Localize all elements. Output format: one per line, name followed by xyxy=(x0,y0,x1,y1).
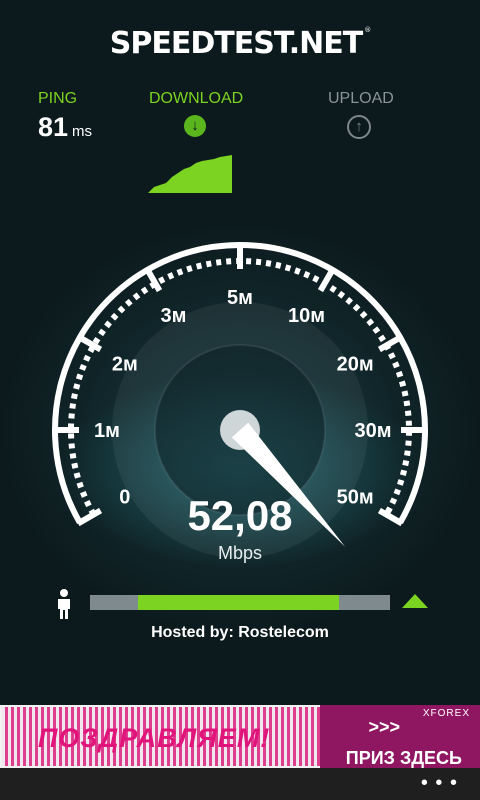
ad-headline: ПОЗДРАВЛЯЕМ! xyxy=(38,723,271,753)
person-icon xyxy=(58,589,70,619)
more-options-button[interactable]: • • • xyxy=(421,772,458,795)
ping-label: PING xyxy=(38,90,78,107)
hosted-by-text: Hosted by: Rostelecom xyxy=(151,624,329,641)
ad-arrows-icon: >>> xyxy=(368,717,400,737)
gauge-tick-label: 30м xyxy=(354,420,391,442)
upload-label: UPLOAD xyxy=(328,90,394,107)
download-speed-graph xyxy=(148,155,232,193)
speed-value: 52,08 xyxy=(187,492,293,539)
gauge-tick-label: 10м xyxy=(288,305,325,327)
server-icon xyxy=(402,594,428,608)
gauge-tick-label: 20м xyxy=(337,354,374,376)
arrow-down-circle-icon: ↓ xyxy=(184,115,206,137)
gauge-tick-label: 1м xyxy=(94,420,120,442)
speed-unit: Mbps xyxy=(217,543,262,563)
download-label: DOWNLOAD xyxy=(149,90,244,107)
gauge-tick-label: 5м xyxy=(227,287,253,309)
ad-brand: XFOREX xyxy=(422,708,470,719)
arrow-up-circle-icon: ↑ xyxy=(347,115,371,139)
app-bar: • • • xyxy=(0,768,480,800)
test-progress-fill xyxy=(138,595,339,610)
ad-cta-text: ПРИЗ ЗДЕСЬ xyxy=(345,748,462,768)
gauge-tick-label: 2м xyxy=(112,354,138,376)
app-logo: SPEEDTEST.NET ® xyxy=(109,26,371,61)
ad-banner[interactable]: ПОЗДРАВЛЯЕМ! >>> XFOREX ПРИЗ ЗДЕСЬ xyxy=(0,705,480,768)
test-progress-bar xyxy=(90,595,390,610)
gauge-tick-label: 3м xyxy=(161,305,187,327)
ping-value: 81 ms xyxy=(38,112,93,142)
ping-unit: ms xyxy=(72,123,93,140)
